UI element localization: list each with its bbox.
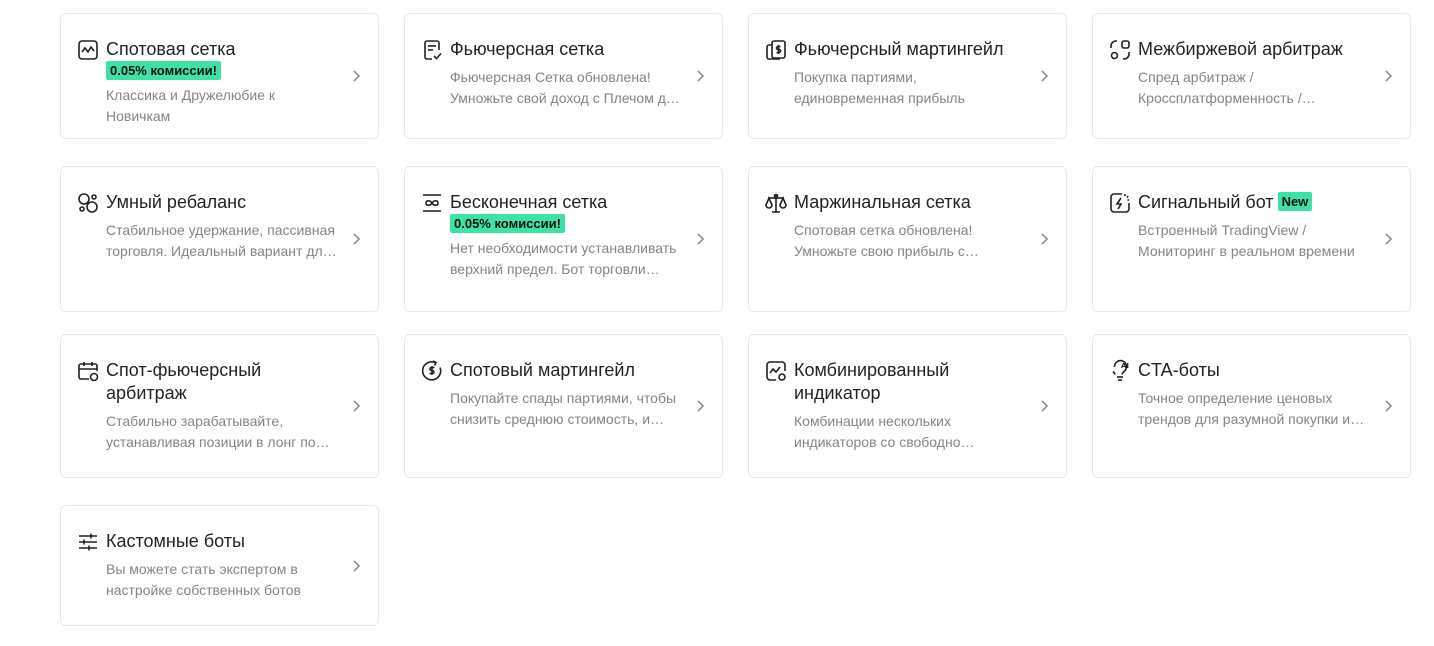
card-description: Фьючерсная Сетка обновлена! Умножьте сво… [450, 69, 674, 106]
chevron-right-icon [1383, 399, 1393, 413]
cross-exchange-arbitrage-icon [1108, 38, 1132, 62]
bot-card-combined-indicator[interactable]: Комбинированный индикатор Комбинации нес… [748, 334, 1067, 478]
combined-indicator-icon [764, 359, 788, 383]
chevron-right-icon [351, 69, 361, 83]
chevron-right-icon [1039, 232, 1049, 246]
card-title: Бесконечная сетка [450, 192, 608, 212]
card-description: Встроенный TradingView / Мониторинг в ре… [1138, 222, 1355, 259]
spot-futures-arbitrage-icon [76, 359, 100, 383]
chevron-right-icon [351, 399, 361, 413]
bot-card-margin-grid[interactable]: Маржинальная сетка Спотовая сетка обновл… [748, 166, 1067, 312]
futures-martingale-icon [764, 38, 788, 62]
chevron-right-icon [1039, 69, 1049, 83]
spot-grid-icon [76, 38, 100, 62]
futures-grid-icon [420, 38, 444, 62]
bot-card-futures-martingale[interactable]: Фьючерсный мартингейл Покупка партиями, … [748, 13, 1067, 139]
new-badge: New [1277, 192, 1313, 211]
card-title: Спот-фьючерсный арбитраж [106, 360, 262, 403]
bot-card-spot-martingale[interactable]: Спотовый мартингейл Покупайте спады парт… [404, 334, 723, 478]
bot-card-spot-futures-arbitrage[interactable]: Спот-фьючерсный арбитраж Стабильно зараб… [60, 334, 379, 478]
card-title: Межбиржевой арбитраж [1138, 39, 1343, 59]
svg-text:AI: AI [1121, 362, 1129, 370]
card-description: Точное определение ценовых трендов для р… [1138, 390, 1351, 427]
cta-bot-icon: AI [1108, 359, 1132, 383]
card-description: Комбинации нескольких индикаторов со сво… [794, 413, 961, 450]
card-title: Спотовый мартингейл [450, 360, 635, 380]
margin-grid-icon [764, 191, 788, 215]
fee-badge: 0.05% комиссии! [106, 61, 221, 80]
chevron-right-icon [695, 69, 705, 83]
custom-bots-icon [76, 530, 100, 554]
chevron-right-icon [351, 232, 361, 246]
card-title: Умный ребаланс [106, 192, 247, 212]
smart-rebalance-icon [76, 191, 100, 215]
card-description: Классика и Дружелюбие к Новичкам [106, 87, 276, 124]
bot-card-signal-bot[interactable]: Сигнальный бот New Встроенный TradingView… [1092, 166, 1411, 312]
chevron-right-icon [1383, 232, 1393, 246]
card-description: Стабильно зарабатывайте, устанавливая по… [106, 413, 316, 450]
card-description: Нет необходимости устанавливать верхний … [450, 240, 677, 277]
card-description: Спотовая сетка обновлена! Умножьте свою … [794, 222, 973, 259]
fee-badge: 0.05% комиссии! [450, 214, 565, 233]
chevron-right-icon [1383, 69, 1393, 83]
bot-card-spot-grid[interactable]: Спотовая сетка 0.05% комиссии! Классика … [60, 13, 379, 139]
infinity-grid-icon [420, 191, 444, 215]
chevron-right-icon [351, 559, 361, 573]
bot-card-cta-bots[interactable]: AI CTA-боты Точное определение ценовых т… [1092, 334, 1411, 478]
card-title: Сигнальный бот [1138, 192, 1274, 212]
card-description: Вы можете стать экспертом в настройке со… [106, 561, 301, 598]
card-title: CTA-боты [1138, 360, 1220, 380]
card-description: Покупка партиями, единовременная прибыль [794, 69, 965, 106]
chevron-right-icon [695, 399, 705, 413]
card-title: Спотовая сетка [106, 39, 236, 59]
card-title: Фьючерсная сетка [450, 39, 605, 59]
card-title: Комбинированный индикатор [794, 360, 950, 403]
bot-card-futures-grid[interactable]: Фьючерсная сетка Фьючерсная Сетка обновл… [404, 13, 723, 139]
bot-card-infinity-grid[interactable]: Бесконечная сетка 0.05% комиссии! Нет не… [404, 166, 723, 312]
chevron-right-icon [695, 232, 705, 246]
card-title: Фьючерсный мартингейл [794, 39, 1004, 59]
card-description: Покупайте спады партиями, чтобы снизить … [450, 390, 677, 427]
bot-card-custom-bots[interactable]: Кастомные боты Вы можете стать экспертом… [60, 505, 379, 626]
card-title: Кастомные боты [106, 531, 245, 551]
card-title: Маржинальная сетка [794, 192, 971, 212]
signal-bot-icon [1108, 191, 1132, 215]
bot-card-smart-rebalance[interactable]: Умный ребаланс Стабильное удержание, пас… [60, 166, 379, 312]
chevron-right-icon [1039, 399, 1049, 413]
card-description: Спред арбитраж / Кроссплатформенность / … [1138, 69, 1302, 106]
bot-card-cross-exchange-arbitrage[interactable]: Межбиржевой арбитраж Спред арбитраж / Кр… [1092, 13, 1411, 139]
spot-martingale-icon [420, 359, 444, 383]
card-description: Стабильное удержание, пассивная торговля… [106, 222, 335, 259]
